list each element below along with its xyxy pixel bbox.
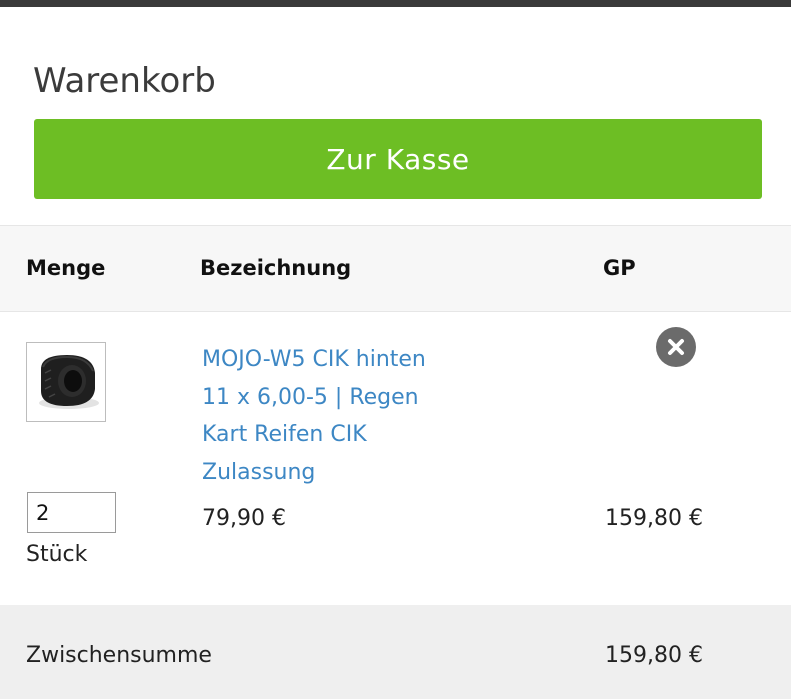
product-name-line: MOJO-W5 CIK hinten xyxy=(202,347,426,372)
header-total: GP xyxy=(603,256,636,280)
header-description: Bezeichnung xyxy=(200,256,352,280)
checkout-button[interactable]: Zur Kasse xyxy=(34,119,762,199)
quantity-unit: Stück xyxy=(26,542,88,567)
item-total-price: 159,80 € xyxy=(605,506,703,531)
product-name-line: 11 x 6,00-5 | Regen xyxy=(202,384,419,410)
subtotal-value: 159,80 € xyxy=(605,643,703,668)
kart-tire-image xyxy=(39,355,99,409)
subtotal-row: Zwischensumme 159,80 € xyxy=(0,605,791,699)
product-thumbnail[interactable] xyxy=(26,342,106,422)
close-icon xyxy=(668,339,684,355)
remove-item-button[interactable] xyxy=(656,327,696,367)
product-name-line: Zulassung xyxy=(202,459,316,485)
quantity-input[interactable] xyxy=(27,492,116,533)
page-title: Warenkorb xyxy=(33,60,216,101)
product-name-link[interactable]: MOJO-W5 CIK hinten 11 x 6,00-5 | Regen K… xyxy=(202,341,532,491)
top-status-bar xyxy=(0,0,791,7)
unit-price: 79,90 € xyxy=(202,506,286,531)
header-quantity: Menge xyxy=(26,256,106,280)
subtotal-label: Zwischensumme xyxy=(26,643,212,668)
cart-table-header: Menge Bezeichnung GP xyxy=(0,225,791,312)
product-name-line: Kart Reifen CIK xyxy=(202,422,367,447)
